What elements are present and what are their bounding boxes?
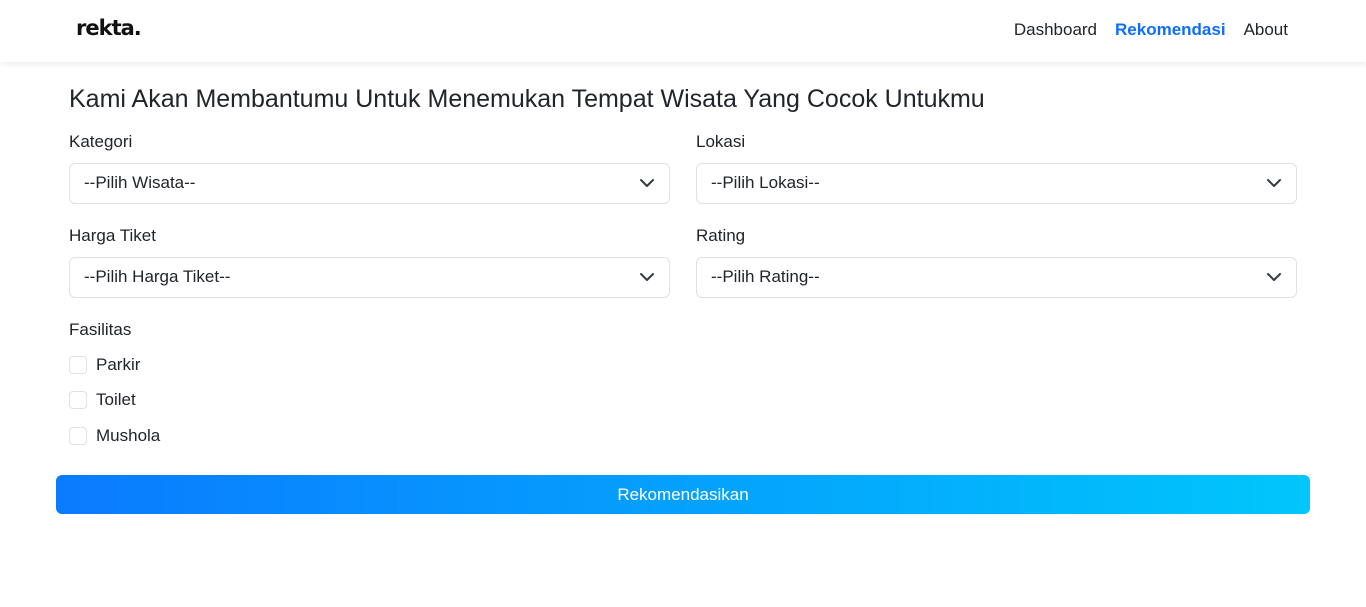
harga-tiket-label: Harga Tiket: [69, 226, 156, 245]
toilet-checkbox[interactable]: [69, 391, 87, 409]
fasilitas-label: Fasilitas: [69, 320, 132, 339]
harga-tiket-select-value: --Pilih Harga Tiket--: [84, 267, 231, 286]
lokasi-select-value: --Pilih Lokasi--: [711, 173, 820, 192]
rating-select[interactable]: --Pilih Rating--: [696, 257, 1297, 298]
fasilitas-option-parkir: Parkir: [69, 354, 140, 376]
kategori-select-value: --Pilih Wisata--: [84, 173, 196, 192]
lokasi-select[interactable]: --Pilih Lokasi--: [696, 163, 1297, 204]
nav-links: Dashboard Rekomendasi About: [1014, 20, 1288, 40]
fasilitas-option-mushola: Mushola: [69, 425, 160, 447]
nav-link-about[interactable]: About: [1244, 20, 1288, 40]
lokasi-label: Lokasi: [696, 132, 746, 151]
nav-link-dashboard[interactable]: Dashboard: [1014, 20, 1097, 40]
rating-select-value: --Pilih Rating--: [711, 267, 820, 286]
fasilitas-option-toilet: Toilet: [69, 389, 136, 411]
kategori-select[interactable]: --Pilih Wisata--: [69, 163, 670, 204]
mushola-checkbox[interactable]: [69, 427, 87, 445]
navbar: rekta. Dashboard Rekomendasi About: [0, 0, 1366, 62]
chevron-down-icon: [1267, 273, 1281, 281]
rekomendasikan-button[interactable]: Rekomendasikan: [56, 475, 1310, 514]
rating-label: Rating: [696, 226, 746, 245]
harga-tiket-select[interactable]: --Pilih Harga Tiket--: [69, 257, 670, 298]
chevron-down-icon: [640, 273, 654, 281]
toilet-checkbox-label[interactable]: Toilet: [96, 390, 136, 410]
page-title: Kami Akan Membantumu Untuk Menemukan Tem…: [69, 85, 985, 113]
brand-logo[interactable]: rekta.: [76, 16, 142, 40]
chevron-down-icon: [640, 179, 654, 187]
kategori-label: Kategori: [69, 132, 133, 151]
nav-link-rekomendasi[interactable]: Rekomendasi: [1115, 20, 1226, 40]
chevron-down-icon: [1267, 179, 1281, 187]
mushola-checkbox-label[interactable]: Mushola: [96, 426, 160, 446]
parkir-checkbox-label[interactable]: Parkir: [96, 355, 140, 375]
parkir-checkbox[interactable]: [69, 356, 87, 374]
